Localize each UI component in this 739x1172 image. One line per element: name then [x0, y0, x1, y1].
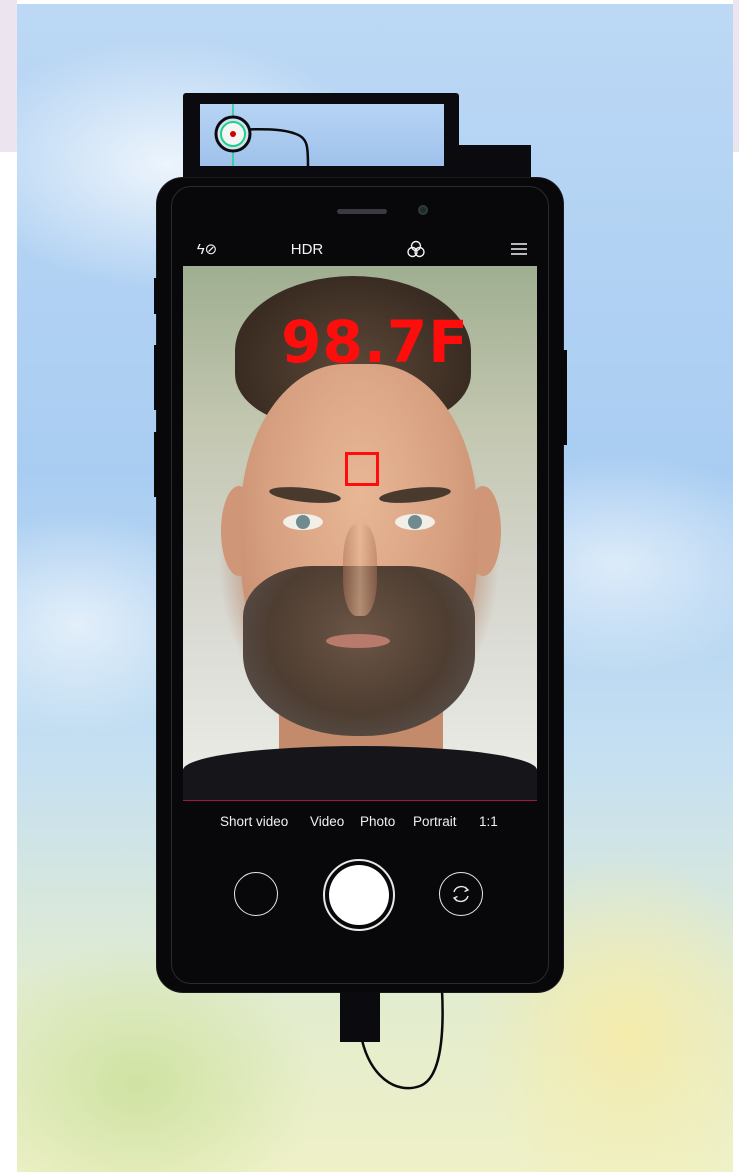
front-camera-icon	[418, 205, 428, 215]
shutter-button[interactable]	[329, 865, 389, 925]
usb-connector	[340, 992, 380, 1042]
temperature-reading: 98.7F	[281, 308, 469, 376]
phone-side-button	[154, 345, 158, 410]
subject-mouth	[326, 634, 390, 648]
background-tint	[733, 0, 739, 152]
camera-mode-bar: Short video Video Photo Portrait 1:1	[183, 814, 537, 834]
phone-power-button	[562, 350, 567, 445]
thermal-sensor	[214, 104, 310, 166]
background-tint	[0, 0, 17, 152]
gallery-thumbnail[interactable]	[234, 872, 278, 916]
mode-photo[interactable]: Photo	[360, 814, 395, 829]
mode-portrait[interactable]: Portrait	[413, 814, 457, 829]
switch-camera-button[interactable]	[439, 872, 483, 916]
sensor-dot	[230, 131, 236, 137]
earpiece	[337, 209, 387, 214]
phone-side-button	[154, 278, 158, 314]
mode-square[interactable]: 1:1	[479, 814, 498, 829]
hdr-label: HDR	[290, 240, 324, 258]
subject-shirt	[183, 746, 537, 800]
camera-viewfinder[interactable]: 98.7F	[183, 266, 537, 801]
mode-short-video[interactable]: Short video	[220, 814, 288, 829]
subject-nose	[343, 524, 377, 616]
subject-iris	[408, 515, 422, 529]
switch-camera-icon	[452, 885, 470, 903]
flash-off-icon[interactable]: ϟ⊘	[193, 236, 221, 262]
camera-top-bar: ϟ⊘ HDR	[185, 236, 535, 262]
subject-iris	[296, 515, 310, 529]
phone: ϟ⊘ HDR 98.7F Short video Video Photo Por…	[157, 178, 563, 992]
menu-icon[interactable]	[507, 236, 531, 262]
mode-video[interactable]: Video	[310, 814, 344, 829]
filters-icon[interactable]	[403, 236, 429, 262]
measurement-target-box	[345, 452, 379, 486]
phone-side-button	[154, 432, 158, 497]
hdr-toggle[interactable]: HDR	[285, 236, 329, 262]
